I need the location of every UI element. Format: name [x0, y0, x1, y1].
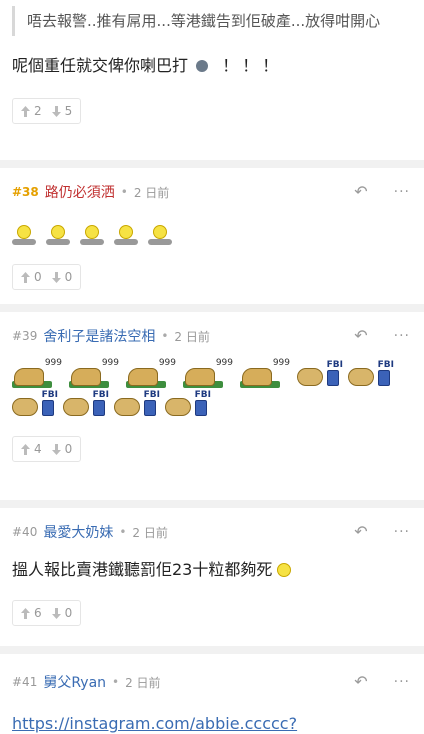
post-header: #40 最愛大奶妹 • 2 日前 ↶ ··· — [12, 510, 412, 554]
upvote-count: 0 — [34, 270, 42, 284]
downvote-button[interactable]: 0 — [51, 442, 73, 456]
post-link[interactable]: https://instagram.com/abbie.ccccc? — [12, 714, 297, 733]
post-header: #41 舅父Ryan • 2 日前 ↶ ··· — [12, 660, 412, 704]
smile-emoji-icon — [148, 224, 174, 246]
downvote-count: 0 — [64, 442, 73, 456]
downvote-count: 0 — [64, 270, 73, 284]
username[interactable]: 路仍必須洒 — [45, 182, 115, 202]
downvote-count: 0 — [64, 606, 73, 620]
post-header: #39 舍利子是諸法空相 • 2 日前 ↶ ··· — [12, 314, 412, 358]
post-time: 2 日前 — [174, 329, 210, 344]
post-actions: ↶ ··· — [354, 184, 410, 201]
upvote-button[interactable]: 4 — [21, 442, 42, 456]
quote-block: 唔去報警..推有屌用...等港鐵告到佢破產...放得咁開心 — [12, 6, 402, 36]
smile-emoji-icon — [46, 224, 72, 246]
fbi-dog-emoji-icon: FBI — [12, 390, 58, 418]
post-body-suffix: ！！！ — [222, 56, 283, 75]
downvote-button[interactable]: 0 — [51, 270, 73, 284]
emoji-row — [12, 224, 412, 246]
username[interactable]: 舍利子是諸法空相 — [43, 326, 155, 346]
fbi-dog-emoji-icon: FBI — [348, 360, 394, 388]
dog-emoji-icon: 999 — [183, 358, 233, 388]
down-arrow-icon — [51, 271, 61, 283]
up-arrow-icon — [21, 271, 30, 283]
smile-emoji-icon — [80, 224, 106, 246]
vote-box: 0 0 — [12, 264, 82, 290]
post-number: #39 — [12, 329, 38, 343]
post-body: 呢個重任就交俾你喇巴打 ！！！ — [12, 54, 412, 78]
up-arrow-icon — [21, 105, 30, 117]
reply-icon[interactable]: ↶ — [354, 328, 367, 344]
post-actions: ↶ ··· — [354, 328, 410, 345]
post-time: 2 日前 — [125, 675, 161, 690]
vote-box: 6 0 — [12, 600, 82, 626]
down-arrow-icon — [51, 443, 61, 455]
upvote-count: 4 — [34, 442, 42, 456]
post-body: 搵人報比賣港鐵聽罰佢23十粒都夠死 — [12, 558, 412, 582]
reply-icon[interactable]: ↶ — [354, 674, 367, 690]
downvote-button[interactable]: 0 — [51, 606, 73, 620]
separator-dot: • — [119, 525, 127, 539]
post-header: #38 路仍必須洒 • 2 日前 ↶ ··· — [12, 170, 412, 214]
angel-emoji-icon — [277, 563, 292, 577]
post-number: #38 — [12, 185, 39, 199]
post-actions: ↶ ··· — [354, 674, 410, 691]
upvote-count: 2 — [34, 104, 42, 118]
reply-icon[interactable]: ↶ — [354, 184, 367, 200]
post-body: https://instagram.com/abbie.ccccc? — [12, 714, 412, 733]
vote-box: 2 5 — [12, 98, 82, 124]
smile-emoji-icon — [114, 224, 140, 246]
dog-emoji-icon: 999 — [126, 358, 176, 388]
dog-emoji-icon: 999 — [69, 358, 119, 388]
upvote-button[interactable]: 0 — [21, 270, 42, 284]
username[interactable]: 最愛大奶妹 — [43, 522, 113, 542]
up-arrow-icon — [21, 607, 30, 619]
separator-dot: • — [161, 329, 169, 343]
separator — [0, 304, 424, 312]
reply-icon[interactable]: ↶ — [354, 524, 367, 540]
post-41-card: #41 舅父Ryan • 2 日前 ↶ ··· https://instagra… — [0, 654, 424, 734]
post-40-card: #40 最愛大奶妹 • 2 日前 ↶ ··· 搵人報比賣港鐵聽罰佢23十粒都夠死… — [0, 508, 424, 646]
separator-dot: • — [120, 185, 128, 199]
downvote-count: 5 — [64, 104, 73, 118]
more-icon[interactable]: ··· — [394, 184, 410, 200]
ghost-emoji-icon — [193, 59, 211, 73]
fbi-dog-emoji-icon: FBI — [114, 390, 160, 418]
up-arrow-icon — [21, 443, 30, 455]
more-icon[interactable]: ··· — [394, 328, 410, 344]
post-body-text: 搵人報比賣港鐵聽罰佢23十粒都夠死 — [12, 560, 273, 579]
upvote-count: 6 — [34, 606, 42, 620]
down-arrow-icon — [51, 607, 61, 619]
post-37-card: 唔去報警..推有屌用...等港鐵告到佢破產...放得咁開心 呢個重任就交俾你喇巴… — [0, 0, 424, 160]
post-actions: ↶ ··· — [354, 524, 410, 541]
vote-box: 4 0 — [12, 436, 82, 462]
post-38-card: #38 路仍必須洒 • 2 日前 ↶ ··· 0 0 — [0, 168, 424, 304]
post-time: 2 日前 — [133, 185, 170, 200]
fbi-dog-emoji-icon: FBI — [297, 360, 343, 388]
downvote-button[interactable]: 5 — [51, 104, 73, 118]
dog-emoji-icon: 999 — [12, 358, 62, 388]
more-icon[interactable]: ··· — [394, 524, 410, 540]
separator-dot: • — [112, 675, 120, 689]
post-body-text: 呢個重任就交俾你喇巴打 — [12, 56, 189, 75]
separator — [0, 646, 424, 654]
post-39-card: #39 舍利子是諸法空相 • 2 日前 ↶ ··· 999 999 999 99… — [0, 312, 424, 500]
post-time: 2 日前 — [132, 525, 168, 540]
post-number: #40 — [12, 525, 38, 539]
more-icon[interactable]: ··· — [394, 674, 410, 690]
fbi-dog-emoji-icon: FBI — [63, 390, 109, 418]
emoji-row: 999 999 999 999 999 FBI FBI FBI FBI FBI … — [12, 358, 412, 418]
username[interactable]: 舅父Ryan — [43, 672, 106, 692]
smile-emoji-icon — [12, 224, 38, 246]
post-number: #41 — [12, 675, 38, 689]
upvote-button[interactable]: 2 — [21, 104, 42, 118]
dog-emoji-icon: 999 — [240, 358, 290, 388]
separator — [0, 500, 424, 508]
down-arrow-icon — [51, 105, 61, 117]
upvote-button[interactable]: 6 — [21, 606, 42, 620]
separator — [0, 160, 424, 168]
fbi-dog-emoji-icon: FBI — [165, 390, 211, 418]
